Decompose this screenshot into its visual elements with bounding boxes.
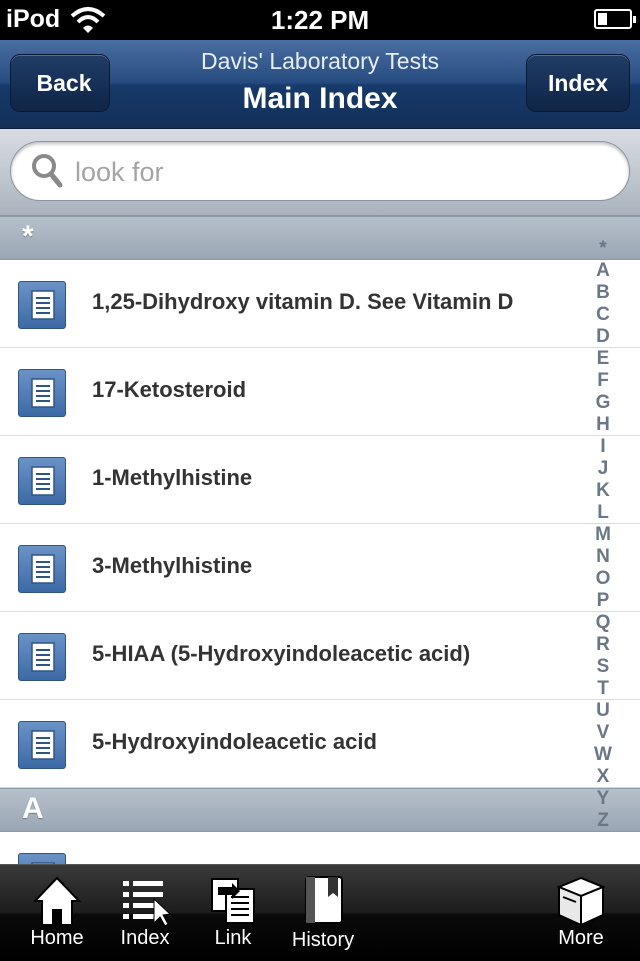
tab-history[interactable]: History: [278, 865, 368, 961]
index-letter[interactable]: S: [588, 656, 618, 678]
index-list: * 1,25-Dihydroxy vitamin D. See Vitamin …: [0, 216, 640, 864]
status-bar: iPod 1:22 PM: [0, 0, 640, 40]
index-letter[interactable]: Q: [588, 612, 618, 634]
tab-label: Link: [214, 927, 252, 949]
tab-index[interactable]: Index: [100, 865, 190, 961]
home-icon: [32, 876, 82, 926]
document-icon: [18, 721, 66, 769]
index-letter[interactable]: T: [588, 678, 618, 700]
index-letter[interactable]: B: [588, 282, 618, 304]
section-header-a: A: [0, 788, 640, 832]
list-item[interactable]: 5-Hydroxyindoleacetic acid: [0, 700, 640, 788]
tab-label: Index: [120, 927, 170, 949]
index-letter[interactable]: K: [588, 480, 618, 502]
index-letter[interactable]: *: [588, 238, 618, 260]
index-letter[interactable]: L: [588, 502, 618, 524]
tab-label: History: [291, 929, 355, 951]
index-letter[interactable]: I: [588, 436, 618, 458]
index-letter[interactable]: F: [588, 370, 618, 392]
document-icon: [18, 369, 66, 417]
section-header-star: *: [0, 216, 640, 260]
document-icon: [18, 545, 66, 593]
section-header-label: *: [22, 220, 34, 253]
tab-link[interactable]: Link: [188, 865, 278, 961]
list-item-label: 5-HIAA (5-Hydroxyindoleacetic acid): [92, 641, 471, 666]
list-icon: [123, 881, 170, 927]
index-letter[interactable]: Z: [588, 810, 618, 832]
list-item-partial[interactable]: [0, 832, 640, 864]
tab-label: Home: [30, 927, 84, 949]
search-field[interactable]: [10, 141, 630, 201]
battery-icon: [594, 9, 636, 29]
index-letter[interactable]: P: [588, 590, 618, 612]
document-icon: [18, 457, 66, 505]
section-index-strip[interactable]: * A B C D E F G H I J K L M N O P Q R S T U V W X Y Z: [588, 238, 618, 838]
index-letter[interactable]: W: [588, 744, 618, 766]
book-icon: [305, 876, 343, 924]
link-icon: [211, 878, 255, 924]
tab-label: More: [558, 927, 604, 949]
list-item[interactable]: 17-Ketosteroid: [0, 348, 640, 436]
tab-home[interactable]: Home: [12, 865, 102, 961]
list-item[interactable]: 5-HIAA (5-Hydroxyindoleacetic acid): [0, 612, 640, 700]
document-icon: [18, 853, 66, 864]
document-icon: [18, 633, 66, 681]
list-item[interactable]: 1,25-Dihydroxy vitamin D. See Vitamin D: [0, 260, 640, 348]
index-letter[interactable]: E: [588, 348, 618, 370]
tab-more[interactable]: More: [536, 865, 626, 961]
index-letter[interactable]: D: [588, 326, 618, 348]
list-item-label: 17-Ketosteroid: [92, 377, 247, 402]
index-letter[interactable]: Y: [588, 788, 618, 810]
index-button-label: Index: [547, 69, 609, 96]
index-letter[interactable]: H: [588, 414, 618, 436]
list-item-label: 5-Hydroxyindoleacetic acid: [92, 729, 377, 754]
search-bar: [0, 129, 640, 216]
list-item[interactable]: 3-Methylhistine: [0, 524, 640, 612]
list-item-label: 1,25-Dihydroxy vitamin D. See Vitamin D: [92, 289, 514, 314]
index-letter[interactable]: O: [588, 568, 618, 590]
document-icon: [18, 281, 66, 329]
index-letter[interactable]: M: [588, 524, 618, 546]
box-icon: [556, 876, 606, 927]
index-letter[interactable]: G: [588, 392, 618, 414]
search-icon: [32, 154, 63, 188]
index-letter[interactable]: U: [588, 700, 618, 722]
navigation-bar: Back Davis' Laboratory Tests Main Index …: [0, 40, 640, 129]
index-letter[interactable]: C: [588, 304, 618, 326]
index-letter[interactable]: A: [588, 260, 618, 282]
index-letter[interactable]: X: [588, 766, 618, 788]
index-letter[interactable]: N: [588, 546, 618, 568]
list-item-label: 3-Methylhistine: [92, 553, 253, 578]
index-letter[interactable]: J: [588, 458, 618, 480]
index-letter[interactable]: V: [588, 722, 618, 744]
battery-fill: [598, 13, 607, 25]
list-item-label: 1-Methylhistine: [92, 465, 253, 490]
clock: 1:22 PM: [270, 5, 370, 35]
index-letter[interactable]: R: [588, 634, 618, 656]
search-input[interactable]: [73, 150, 597, 194]
tab-bar: Home Index Link History More: [0, 864, 640, 961]
section-header-label: A: [22, 792, 44, 825]
index-button[interactable]: Index: [526, 54, 630, 112]
list-item[interactable]: 1-Methylhistine: [0, 436, 640, 524]
